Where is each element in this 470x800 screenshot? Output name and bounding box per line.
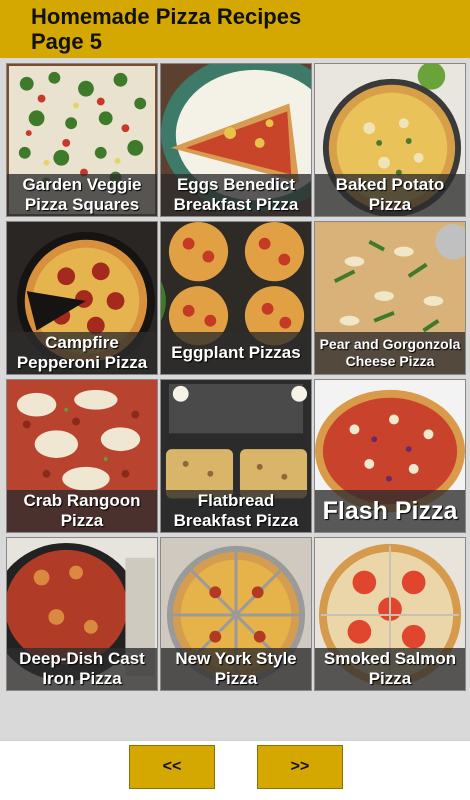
page-number: Page 5	[31, 29, 102, 54]
recipe-label-container: Flash Pizza	[315, 490, 465, 532]
recipe-label-container: Campfire Pepperoni Pizza	[7, 332, 157, 374]
recipe-label: New York Style Pizza	[175, 649, 297, 688]
recipe-label-container: Flatbread Breakfast Pizza	[161, 490, 311, 532]
recipe-grid-area: Garden Veggie Pizza Squares Eggs Benedic…	[0, 58, 470, 740]
next-page-button[interactable]: >>	[257, 745, 343, 789]
recipe-label: Baked Potato Pizza	[335, 175, 445, 214]
recipe-tile-crab-rangoon[interactable]: Crab Rangoon Pizza	[6, 379, 158, 533]
recipe-tile-new-york-style[interactable]: New York Style Pizza	[160, 537, 312, 691]
page-title: Homemade Pizza Recipes	[31, 4, 302, 29]
recipe-label-container: Eggplant Pizzas	[161, 332, 311, 374]
recipe-tile-eggs-benedict[interactable]: Eggs Benedict Breakfast Pizza	[160, 63, 312, 217]
recipe-label: Flatbread Breakfast Pizza	[173, 491, 299, 530]
previous-page-button[interactable]: <<	[129, 745, 215, 789]
recipe-tile-flatbread-breakfast[interactable]: Flatbread Breakfast Pizza	[160, 379, 312, 533]
recipe-label: Smoked Salmon Pizza	[323, 649, 457, 688]
recipe-tile-campfire-pepperoni[interactable]: Campfire Pepperoni Pizza	[6, 221, 158, 375]
recipe-tile-deep-dish[interactable]: Deep-Dish Cast Iron Pizza	[6, 537, 158, 691]
recipe-label: Eggplant Pizzas	[171, 343, 301, 362]
recipe-label-container: Eggs Benedict Breakfast Pizza	[161, 174, 311, 216]
recipe-tile-eggplant-pizzas[interactable]: Eggplant Pizzas	[160, 221, 312, 375]
recipe-label-container: Garden Veggie Pizza Squares	[7, 174, 157, 216]
recipe-label-container: Pear and Gorgonzola Cheese Pizza	[315, 332, 465, 374]
recipe-label: Deep-Dish Cast Iron Pizza	[19, 649, 145, 688]
app-header: Homemade Pizza Recipes Page 5	[0, 0, 470, 58]
recipe-grid: Garden Veggie Pizza Squares Eggs Benedic…	[6, 63, 466, 691]
pagination-bar: << >>	[0, 740, 470, 800]
recipe-label: Flash Pizza	[322, 497, 458, 525]
recipe-tile-garden-veggie[interactable]: Garden Veggie Pizza Squares	[6, 63, 158, 217]
recipe-tile-pear-gorgonzola[interactable]: Pear and Gorgonzola Cheese Pizza	[314, 221, 466, 375]
recipe-label-container: New York Style Pizza	[161, 648, 311, 690]
recipe-label: Garden Veggie Pizza Squares	[22, 175, 142, 214]
recipe-tile-flash-pizza[interactable]: Flash Pizza	[314, 379, 466, 533]
recipe-label: Campfire Pepperoni Pizza	[16, 333, 148, 372]
recipe-tile-smoked-salmon[interactable]: Smoked Salmon Pizza	[314, 537, 466, 691]
recipe-label: Pear and Gorgonzola Cheese Pizza	[319, 336, 461, 369]
recipe-label-container: Crab Rangoon Pizza	[7, 490, 157, 532]
recipe-label-container: Baked Potato Pizza	[315, 174, 465, 216]
recipe-label-container: Smoked Salmon Pizza	[315, 648, 465, 690]
recipe-label: Eggs Benedict Breakfast Pizza	[173, 175, 299, 214]
recipe-label: Crab Rangoon Pizza	[23, 491, 141, 530]
recipe-label-container: Deep-Dish Cast Iron Pizza	[7, 648, 157, 690]
recipe-tile-baked-potato[interactable]: Baked Potato Pizza	[314, 63, 466, 217]
